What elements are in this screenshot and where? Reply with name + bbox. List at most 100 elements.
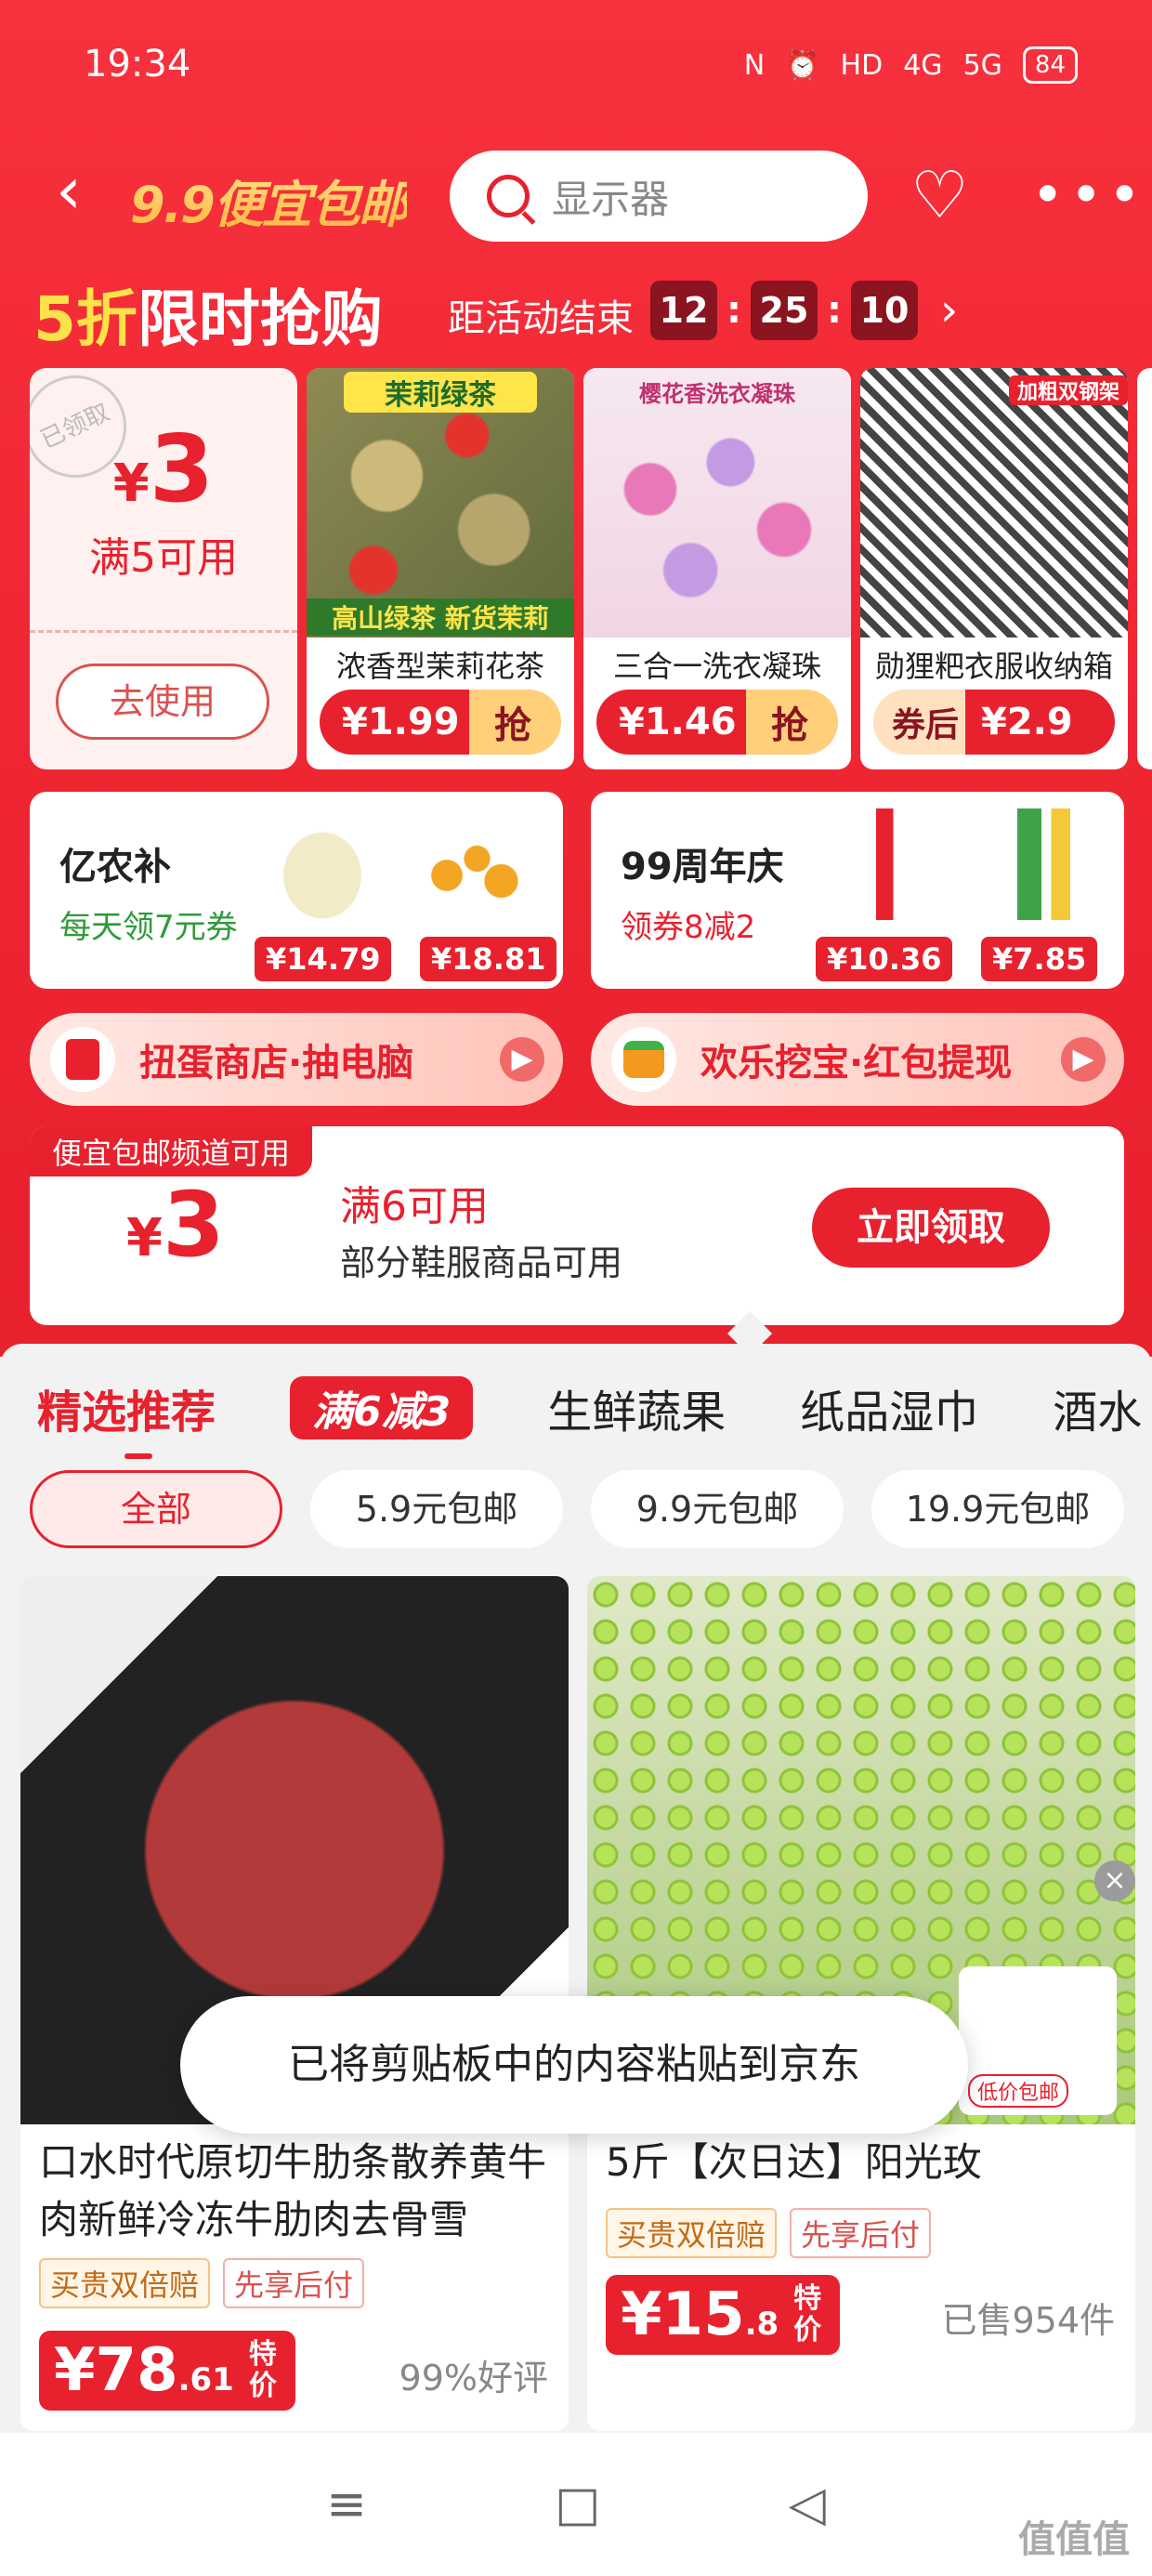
bottle-image (823, 808, 944, 920)
special-price-tag: 特价 (793, 2282, 822, 2346)
flash-sale-title: 5折限时抢购 (33, 283, 383, 355)
menu-icon[interactable]: ≡ (326, 2477, 367, 2532)
back-nav-icon[interactable]: ◁ (789, 2477, 826, 2532)
status-time: 19:34 (84, 43, 191, 85)
system-nav-bar: ≡ □ ◁ (0, 2433, 1152, 2576)
flash-product-card[interactable]: 茉莉绿茶 高山绿茶 新货茉莉 浓香型茉莉花茶 ¥1.99 抢 (307, 368, 574, 769)
coupon-price-label: 券后 (892, 706, 960, 744)
pill-label: 扭蛋商店·抽电脑 (139, 1042, 414, 1084)
chevron-right-icon: › (940, 284, 959, 336)
channel-logo: 9.9便宜包邮 (130, 164, 409, 237)
pill-label: 欢乐挖宝·红包提现 (700, 1042, 1013, 1084)
pill-treasure[interactable]: 欢乐挖宝·红包提现 ▶ (591, 1013, 1124, 1106)
grab-label: 抢 (494, 704, 531, 747)
filter-5-9[interactable]: 5.9元包邮 (310, 1470, 563, 1548)
favorite-add-icon[interactable]: ♡ (910, 158, 969, 232)
status-bar: 19:34 N ⏰ HD 4G 5G 84 (0, 0, 1152, 130)
treasure-icon (611, 1027, 676, 1092)
flash-product-card[interactable]: 加粗双钢架 勋狸粑衣服收纳箱 券后 ¥2.9 (860, 368, 1128, 769)
coupon-price-button[interactable]: 券后 ¥2.9 (873, 690, 1115, 755)
product-price: ¥78.61 特价 (39, 2331, 295, 2411)
promo-title: 99周年庆 (621, 846, 784, 888)
category-tabs: 精选推荐 满6减3 生鲜蔬果 纸品湿巾 酒水 (37, 1375, 1152, 1459)
filter-all[interactable]: 全部 (30, 1470, 282, 1548)
product-top-tag: 加粗双钢架 (1009, 375, 1128, 405)
grab-button[interactable]: ¥1.99 抢 (320, 690, 561, 755)
flash-coupon[interactable]: 已领取 ¥3 满5可用 去使用 (30, 368, 297, 769)
hd-icon: HD (840, 48, 884, 82)
coupon-condition: 满5可用 (89, 534, 238, 582)
tab-tissue[interactable]: 纸品湿巾 (800, 1375, 978, 1440)
use-coupon-button[interactable]: 去使用 (56, 664, 269, 740)
nfc-icon: N (743, 48, 766, 82)
claim-coupon-button[interactable]: 立即领取 (812, 1188, 1050, 1268)
promo-price: ¥18.81 (420, 937, 557, 981)
signal-5g-icon: 5G (962, 48, 1002, 82)
alarm-icon: ⏰ (785, 48, 820, 82)
flash-sale-row: 已领取 ¥3 满5可用 去使用 茉莉绿茶 高山绿茶 新货茉莉 浓香型茉莉花茶 ¥… (30, 368, 1152, 769)
back-icon[interactable]: ‹ (56, 158, 111, 232)
coupon-scope-label: 便宜包邮频道可用 (30, 1126, 313, 1176)
grab-button[interactable]: ¥1.46 抢 (596, 690, 838, 755)
price-guarantee-tag: 买贵双倍赔 (39, 2258, 211, 2308)
more-icon[interactable]: ••• (1031, 167, 1146, 223)
watermark: 值值值 (1018, 2518, 1130, 2561)
play-arrow-icon: ▶ (1061, 1037, 1106, 1082)
countdown-hours: 12 (650, 281, 717, 340)
product-price: ¥2.9 (981, 701, 1073, 743)
countdown-label: 距活动结束 (448, 297, 634, 340)
ad-label: 低价包邮 (968, 2074, 1069, 2108)
tab-featured[interactable]: 精选推荐 (37, 1375, 216, 1459)
promo-card-anniversary[interactable]: 99周年庆 领券8减2 ¥10.36 ¥7.85 (591, 792, 1124, 989)
promo-subtitle: 领券8减2 (621, 909, 756, 946)
search-placeholder: 显示器 (552, 176, 670, 222)
product-name: 勋狸粑衣服收纳箱 (874, 649, 1113, 684)
coupon-amount: ¥3 (126, 1173, 225, 1277)
search-icon (487, 175, 530, 217)
signal-4g-icon: 4G (903, 48, 943, 82)
fruit-image (411, 808, 531, 920)
pill-gashapon[interactable]: 扭蛋商店·抽电脑 ▶ (30, 1013, 563, 1106)
tab-drinks[interactable]: 酒水 (1053, 1375, 1142, 1440)
close-ad-icon[interactable]: × (1094, 1860, 1135, 1901)
pay-later-tag: 先享后付 (790, 2208, 932, 2258)
product-price: ¥15.8 特价 (606, 2275, 841, 2355)
flash-product-card[interactable]: 樱花香洗衣凝珠 三合一洗衣凝珠 ¥1.46 抢 (583, 368, 851, 769)
product-top-tag: 茉莉绿茶 (344, 372, 537, 413)
battery-icon: 84 (1022, 46, 1078, 84)
countdown-seconds: 10 (851, 281, 918, 340)
product-name: 三合一洗衣凝珠 (612, 649, 821, 684)
toothpaste-image (981, 808, 1102, 920)
home-icon[interactable]: □ (555, 2477, 600, 2532)
coupon-description: 部分鞋服商品可用 (340, 1242, 623, 1283)
promo-price: ¥14.79 (255, 937, 392, 981)
filter-chips: 全部 5.9元包邮 9.9元包邮 19.9元包邮 (30, 1470, 1124, 1548)
red-packet-icon (50, 1027, 115, 1092)
promo-title: 亿农补 (59, 846, 171, 888)
promo-card-nongbu[interactable]: 亿农补 每天领7元券 ¥14.79 ¥18.81 (30, 792, 563, 989)
promo-price: ¥10.36 (816, 937, 953, 981)
countdown[interactable]: 12: 25: 10 › (650, 281, 958, 340)
channel-coupon: 便宜包邮频道可用 ¥3 满6可用 部分鞋服商品可用 立即领取 (30, 1126, 1124, 1325)
sales-count: 已售954件 (941, 2300, 1115, 2341)
countdown-minutes: 25 (751, 281, 818, 340)
pay-later-tag: 先享后付 (223, 2258, 365, 2308)
product-image: 茉莉绿茶 高山绿茶 新货茉莉 (307, 368, 574, 637)
product-image: 加粗双钢架 (860, 368, 1128, 637)
price-guarantee-tag: 买贵双倍赔 (606, 2208, 778, 2258)
filter-9-9[interactable]: 9.9元包邮 (591, 1470, 844, 1548)
coupon-condition: 满6可用 (340, 1183, 489, 1230)
tab-discount[interactable]: 满6减3 (290, 1376, 474, 1439)
tab-fresh[interactable]: 生鲜蔬果 (547, 1375, 726, 1440)
filter-19-9[interactable]: 19.9元包邮 (871, 1470, 1124, 1548)
pear-image (262, 808, 383, 920)
grab-label: 抢 (771, 704, 808, 747)
product-tags: 买贵双倍赔 先享后付 (39, 2258, 365, 2308)
special-price-tag: 特价 (248, 2338, 277, 2402)
product-title: 口水时代原切牛肋条散养黄牛肉新鲜冷冻牛肋肉去骨雪 (39, 2139, 547, 2242)
status-icons: N ⏰ HD 4G 5G 84 (744, 46, 1078, 84)
product-title: 5斤【次日达】阳光玫 (606, 2139, 982, 2185)
search-input[interactable]: 显示器 (450, 151, 868, 242)
product-top-tag: 樱花香洗衣凝珠 (639, 381, 795, 407)
clipboard-toast: 已将剪贴板中的内容粘贴到京东 (180, 1996, 968, 2134)
